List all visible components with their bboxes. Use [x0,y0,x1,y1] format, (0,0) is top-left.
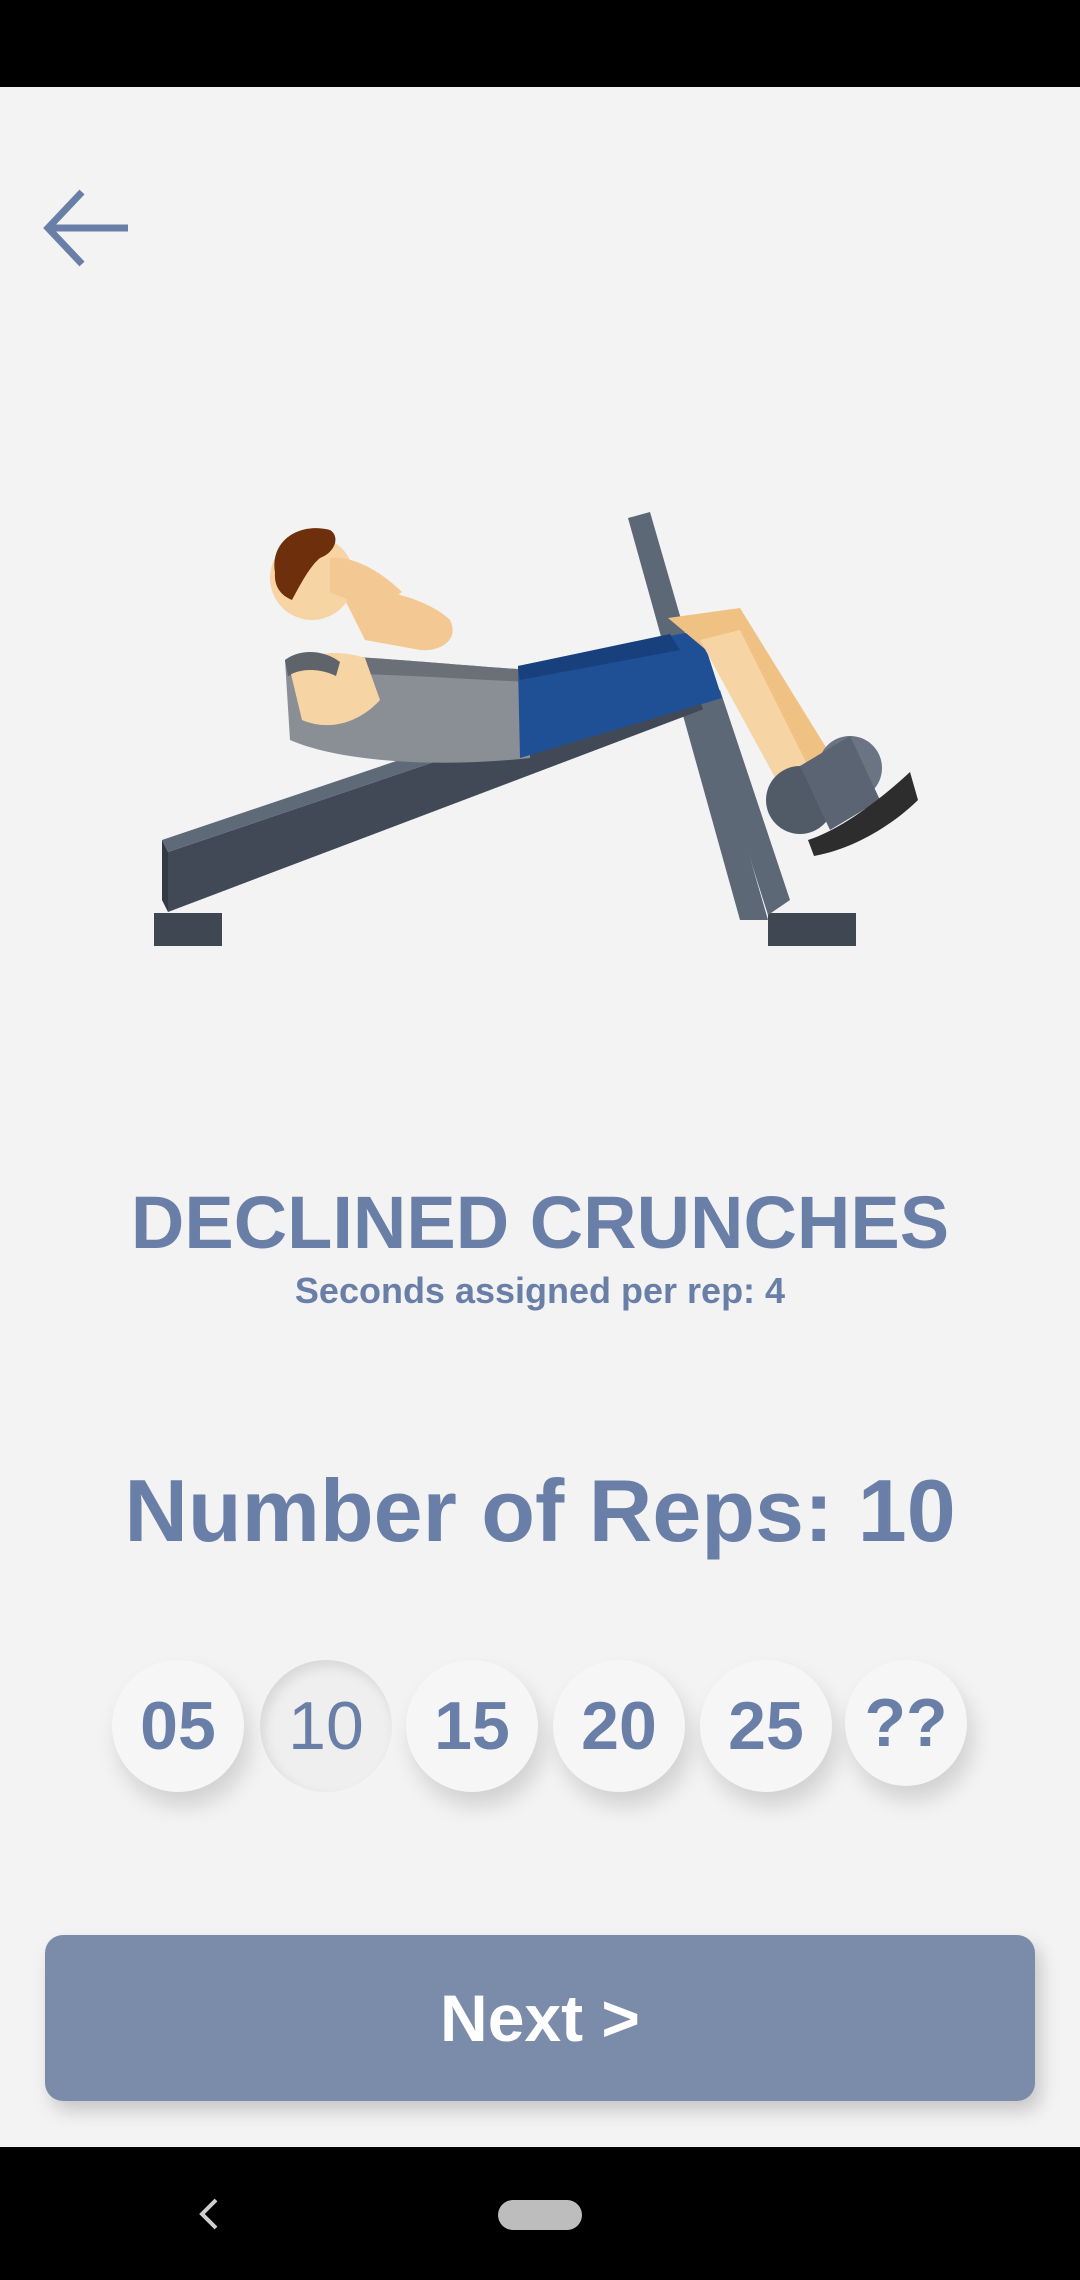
reps-count-label: Number of Reps: 10 [124,1461,956,1560]
system-home-pill[interactable] [498,2200,582,2230]
next-button[interactable]: Next > [45,1935,1035,2101]
exercise-illustration [154,512,918,946]
system-back-icon[interactable] [190,2194,230,2234]
rep-option-05[interactable]: 05 [112,1660,244,1792]
rep-options: 05 10 15 20 25 ?? [112,1660,972,1795]
rep-option-25[interactable]: 25 [700,1660,832,1792]
rep-option-20[interactable]: 20 [553,1660,685,1792]
exercise-title: DECLINED CRUNCHES [130,1181,950,1264]
seconds-per-rep: Seconds assigned per rep: 4 [294,1270,786,1311]
rep-option-15[interactable]: 15 [406,1660,538,1792]
rep-option-10[interactable]: 10 [260,1660,392,1792]
status-bar [0,0,1080,87]
rep-option-custom[interactable]: ?? [845,1660,967,1786]
back-button[interactable] [38,180,138,280]
arrow-left-icon [43,189,128,267]
